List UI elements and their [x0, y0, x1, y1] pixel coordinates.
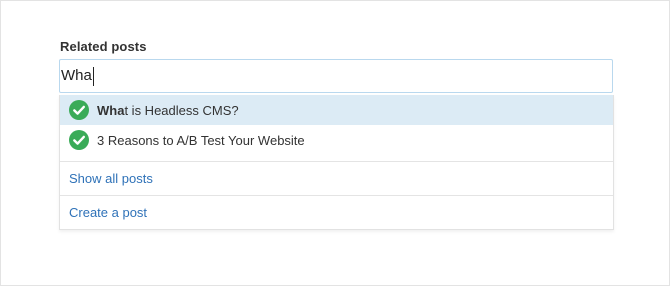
suggestion-match-text: Wha: [97, 102, 125, 118]
show-all-posts-link[interactable]: Show all posts: [60, 161, 613, 195]
check-circle-icon: [69, 130, 89, 150]
text-caret: [92, 66, 94, 86]
suggestion-item-what-is-headless-cms[interactable]: Wha t is Headless CMS?: [60, 95, 613, 125]
suggestion-rest-text: 3 Reasons to A/B Test Your Website: [97, 132, 305, 148]
check-circle-icon: [69, 100, 89, 120]
related-posts-label: Related posts: [60, 39, 147, 54]
create-post-link[interactable]: Create a post: [60, 195, 613, 229]
suggestion-rest-text: t is Headless CMS?: [124, 102, 239, 118]
related-posts-search-input[interactable]: Wha: [59, 59, 613, 93]
search-input-value: Wha: [61, 67, 92, 84]
suggestion-item-ab-test[interactable]: 3 Reasons to A/B Test Your Website: [60, 125, 613, 155]
suggestions-dropdown: Wha t is Headless CMS? 3 Reasons to A/B T…: [59, 95, 614, 230]
